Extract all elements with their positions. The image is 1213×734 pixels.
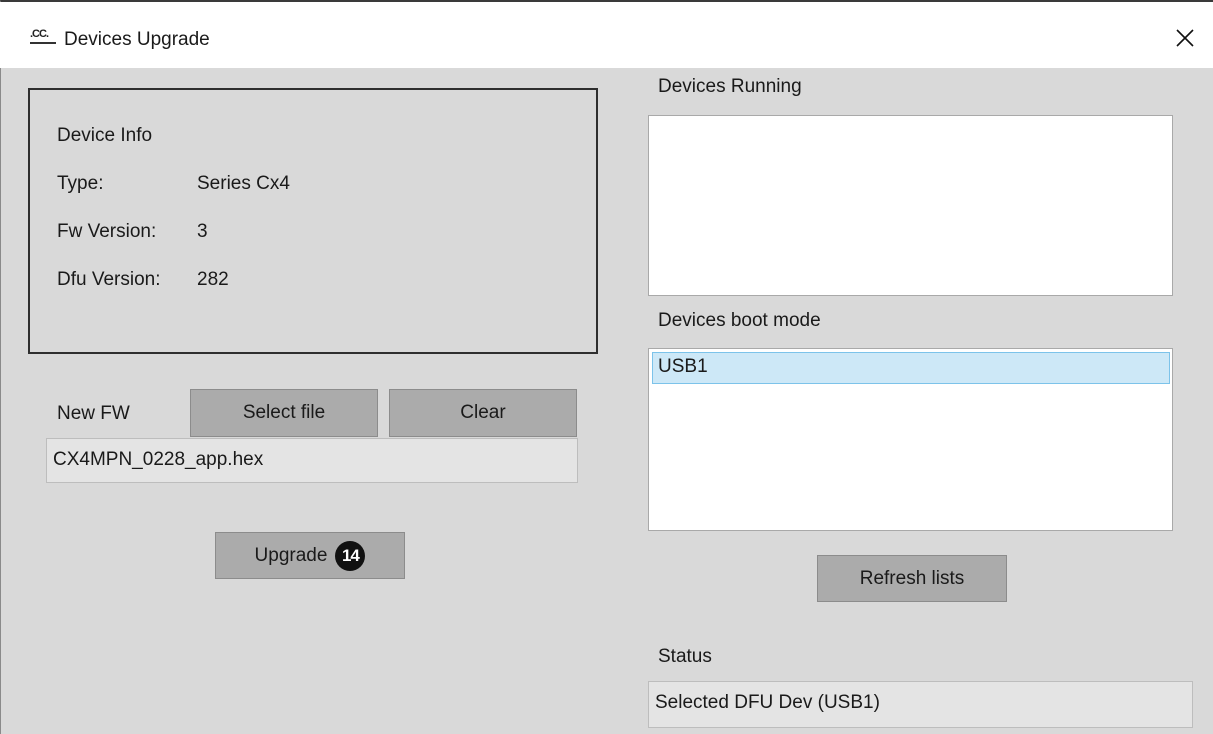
refresh-lists-button[interactable]: Refresh lists	[817, 555, 1007, 602]
close-button[interactable]	[1163, 18, 1207, 58]
close-icon	[1176, 29, 1194, 47]
status-field: Selected DFU Dev (USB1)	[648, 681, 1193, 728]
type-label: Type:	[57, 173, 104, 194]
app-logo-icon: .CC.	[30, 28, 56, 44]
fw-version-value: 3	[197, 221, 208, 242]
device-info-heading: Device Info	[57, 125, 153, 146]
devices-running-list[interactable]	[648, 115, 1173, 296]
devices-boot-mode-label: Devices boot mode	[658, 310, 821, 331]
dfu-version-value: 282	[197, 269, 229, 290]
new-fw-label: New FW	[57, 403, 130, 424]
devices-running-label: Devices Running	[658, 76, 802, 97]
status-label: Status	[658, 646, 712, 667]
type-value: Series Cx4	[197, 173, 290, 194]
upgrade-button[interactable]: Upgrade 14	[215, 532, 405, 579]
window-title: Devices Upgrade	[64, 29, 210, 50]
dfu-version-label: Dfu Version:	[57, 269, 161, 290]
fw-version-label: Fw Version:	[57, 221, 157, 242]
new-fw-file-field[interactable]: CX4MPN_0228_app.hex	[46, 438, 578, 483]
upgrade-button-label: Upgrade	[254, 544, 328, 566]
list-item-usb1[interactable]: USB1	[652, 352, 1170, 384]
step-number-badge: 14	[335, 540, 366, 571]
select-file-button[interactable]: Select file	[190, 389, 378, 437]
clear-button[interactable]: Clear	[389, 389, 577, 437]
